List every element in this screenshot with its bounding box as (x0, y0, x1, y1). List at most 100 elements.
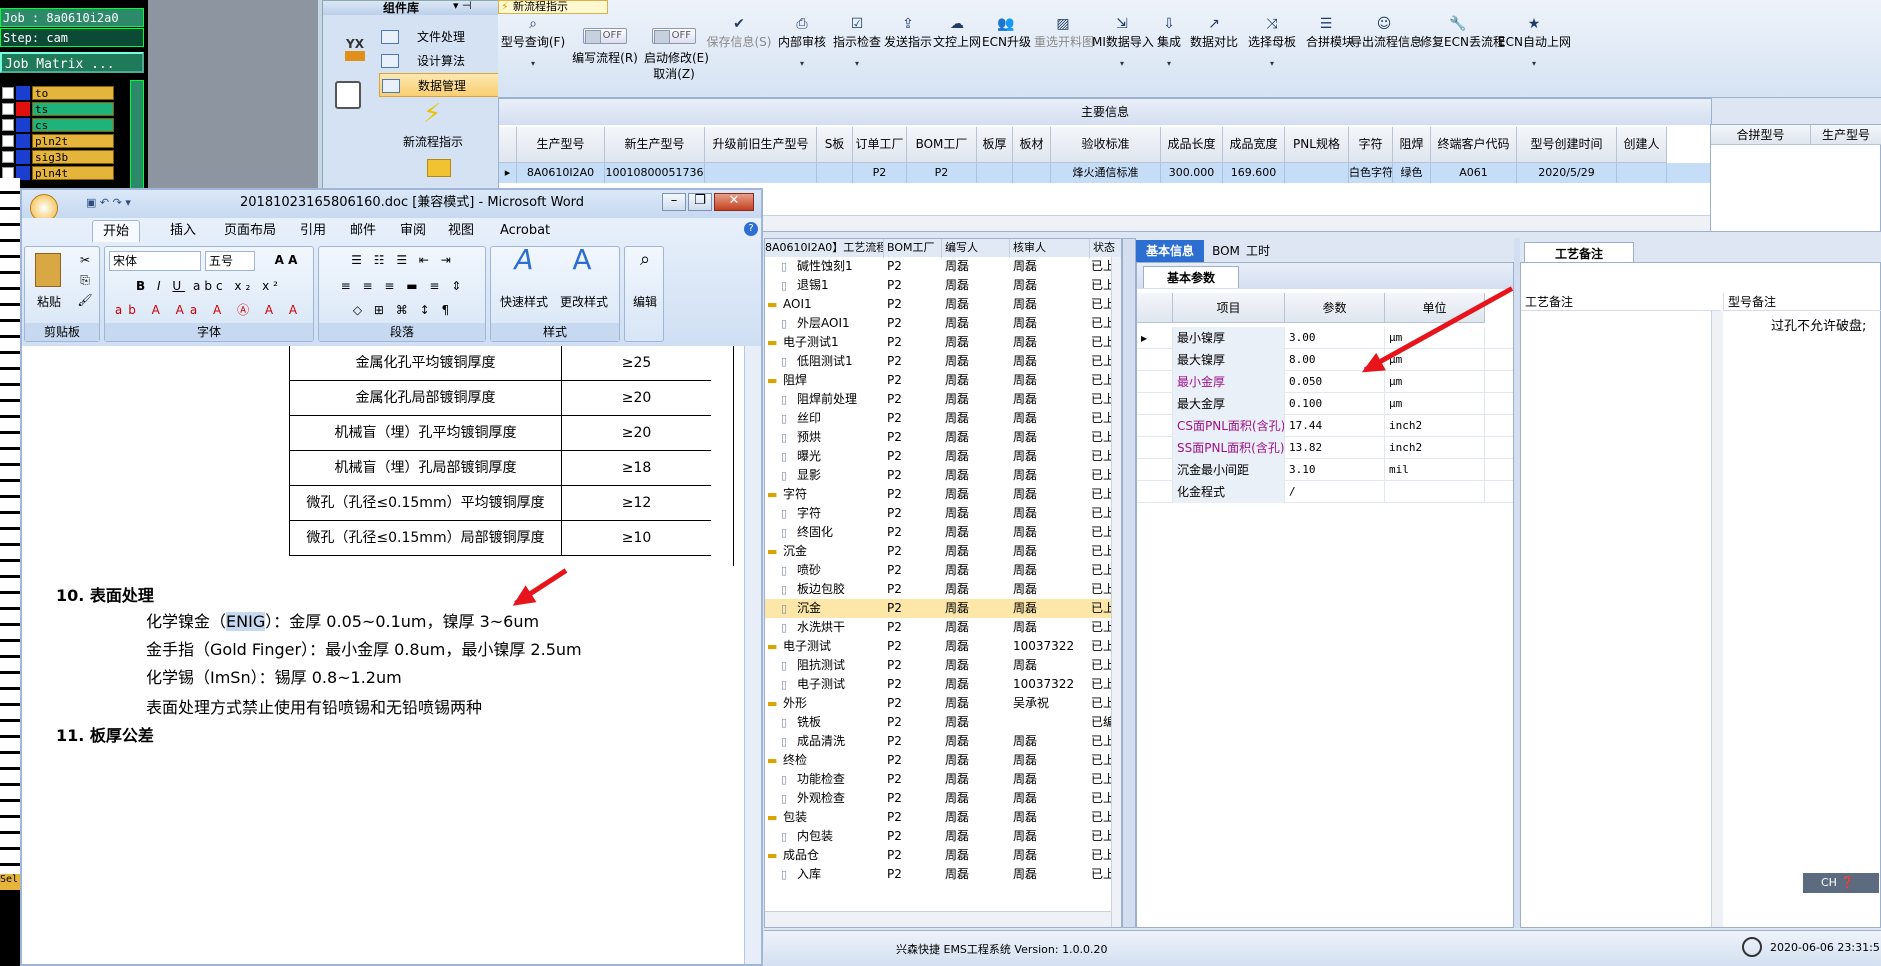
pin-icon[interactable]: ▾ ⊣ (453, 0, 472, 12)
toolbar-button-14[interactable]: ☰ 合拼模块 (1306, 16, 1354, 86)
font-name-select[interactable]: 宋体 (109, 251, 201, 271)
layer-row[interactable]: pln4t (0, 166, 148, 180)
cell[interactable] (1013, 163, 1051, 183)
tree-row[interactable]: ▬ 电子测试1 P2 周磊 周磊 已上 (765, 333, 1121, 352)
tree-row[interactable]: ▯ 内包装 P2 周磊 周磊 已上 (765, 827, 1121, 846)
layer-checkbox[interactable] (2, 103, 14, 115)
toolbar-button-5[interactable]: ☑ 指示检查 ▾ (832, 16, 882, 86)
tree-row[interactable]: ▬ 外形 P2 周磊 吴承祝 已上 (765, 694, 1121, 713)
toolbar-button-16[interactable]: 🔧 修复ECN丢流程 (1420, 16, 1505, 86)
quick-style-label[interactable]: 快速样式 (493, 293, 555, 311)
restore-button[interactable]: ❐ (688, 193, 712, 211)
col-header[interactable]: 板材 (1013, 127, 1051, 163)
cell[interactable] (977, 163, 1013, 183)
ribbon-tab[interactable]: 审阅 (390, 220, 436, 242)
document-page[interactable]: 金属化孔平均镀铜厚度 ≥25 金属化孔局部镀铜厚度 ≥20 机械盲（埋）孔平均镀铜厚度 ≥… (22, 346, 744, 964)
ribbon-tab[interactable]: 页面布局 (214, 220, 286, 242)
tree-h-scrollbar[interactable] (765, 911, 1111, 927)
lightning-icon[interactable]: ⚡ (423, 99, 441, 129)
tree-splitter[interactable] (1122, 238, 1136, 928)
copy-icon[interactable]: ⎘ (75, 271, 95, 289)
layer-color-swatch[interactable] (16, 102, 30, 116)
cell[interactable]: 169.600 (1223, 163, 1285, 183)
toolbar-button-6[interactable]: ⇪ 发送指示 (884, 16, 932, 86)
lib-item-file[interactable]: 文件处理 (379, 25, 499, 49)
toolbar-button-4[interactable]: ⎙ 内部审核 ▾ (775, 16, 829, 86)
col-header[interactable]: BOM工厂 (907, 127, 977, 163)
tree-row[interactable]: ▯ 喷砂 P2 周磊 周磊 已上 (765, 561, 1121, 580)
layer-row[interactable]: pln2t (0, 134, 148, 148)
layer-name[interactable]: pln4t (32, 166, 114, 180)
cell[interactable]: 绿色 (1393, 163, 1431, 183)
layer-checkbox[interactable] (2, 151, 14, 163)
machine-icon[interactable] (335, 81, 361, 109)
lib-item-data[interactable]: 数据管理 (379, 73, 499, 97)
quick-access-icons[interactable]: ▣ ↶ ↷ ▾ (86, 190, 131, 216)
layer-color-swatch[interactable] (16, 118, 30, 132)
tree-row[interactable]: ▯ 阻焊前处理 P2 周磊 周磊 已上 (765, 390, 1121, 409)
tree-row[interactable]: ▯ 外观检查 P2 周磊 周磊 已上 (765, 789, 1121, 808)
model-note-text[interactable]: 过孔不允许破盘; (1771, 315, 1866, 334)
param-row[interactable]: 化金程式 / (1137, 481, 1513, 503)
cell[interactable] (1617, 163, 1667, 183)
layer-name[interactable]: to (32, 86, 114, 100)
col-header[interactable]: PNL规格 (1285, 127, 1349, 163)
tree-row[interactable]: ▯ 成品清洗 P2 周磊 周磊 已上 (765, 732, 1121, 751)
param-value[interactable]: 13.82 (1285, 437, 1385, 459)
tree-col-header[interactable]: 编写人 (941, 239, 1009, 258)
col-header[interactable]: 板厚 (977, 127, 1013, 163)
word-titlebar[interactable]: ▣ ↶ ↷ ▾ 20181023165806160.doc [兼容模式] - M… (22, 190, 761, 222)
minimize-button[interactable]: – (662, 193, 686, 211)
param-value[interactable]: / (1285, 481, 1385, 503)
toolbar-button-13[interactable]: ⤨ 选择母板 ▾ (1244, 16, 1300, 86)
tree-row[interactable]: ▯ 退锡1 P2 周磊 周磊 已上 (765, 276, 1121, 295)
param-value[interactable]: 3.00 (1285, 327, 1385, 349)
layer-checkbox[interactable] (2, 135, 14, 147)
border-icons[interactable]: ◇ ⊞ ⌘ ↕ ¶ (323, 301, 483, 319)
dropdown-arrow-icon[interactable]: ▾ (1092, 56, 1152, 72)
col-header[interactable]: 终端客户代码 (1431, 127, 1517, 163)
layer-color-swatch[interactable] (16, 150, 30, 164)
ribbon-tab[interactable]: 邮件 (340, 220, 386, 242)
edit-label[interactable]: 编辑 (627, 293, 663, 311)
cell[interactable]: P2 (853, 163, 907, 183)
layer-name[interactable]: cs (32, 118, 114, 132)
tree-col-header[interactable]: 状态 (1089, 239, 1119, 258)
new-flow-label[interactable]: 新流程指示 (403, 133, 463, 150)
toolbar-button-11[interactable]: ⇩ 集成 ▾ (1154, 16, 1184, 86)
tab-1[interactable]: BOM (1212, 240, 1240, 262)
tree-row[interactable]: ▯ 低阻测试1 P2 周磊 周磊 已上 (765, 352, 1121, 371)
close-button[interactable]: ✕ (714, 193, 754, 211)
toolbar-button-7[interactable]: ☁ 文控上网 (933, 16, 981, 86)
main-info-row[interactable]: ▸ 8A0610I2A0 10010800051736 P2 P2 烽火通信标准 300.0… (499, 163, 1711, 183)
toolbar-button-0[interactable]: ⌕ 型号查询(F) ▾ (500, 16, 566, 86)
layer-checkbox[interactable] (2, 87, 14, 99)
tree-col-header[interactable]: BOM工厂 (883, 239, 941, 258)
font-format-icons[interactable]: B I U abc x₂ x² (109, 277, 309, 295)
toolbar-button-9[interactable]: ▨ 重选开料图 (1034, 16, 1094, 86)
ribbon-tab[interactable]: 引用 (290, 220, 336, 242)
tab-process-notes[interactable]: 工艺备注 (1524, 242, 1634, 264)
paste-icon[interactable] (35, 253, 61, 287)
dropdown-arrow-icon[interactable]: ▾ (500, 56, 566, 72)
col-header[interactable]: 验收标准 (1051, 127, 1161, 163)
step-field[interactable]: Step: cam (0, 28, 144, 47)
tree-row[interactable]: ▯ 沉金 P2 周磊 周磊 已上 (765, 599, 1121, 618)
tree-col-header[interactable]: 核审人 (1009, 239, 1089, 258)
col-header[interactable]: 升级前旧生产型号 (705, 127, 817, 163)
font-color-icons[interactable]: ab A Aa A Ⓐ A A (109, 301, 309, 319)
col-header[interactable]: S板 (817, 127, 853, 163)
cell[interactable]: 2020/5/29 (1517, 163, 1617, 183)
tab-2[interactable]: 工时 (1240, 240, 1276, 262)
param-value[interactable]: 17.44 (1285, 415, 1385, 437)
layer-row[interactable]: to (0, 86, 148, 100)
dropdown-arrow-icon[interactable]: ▾ (832, 56, 882, 72)
tab-basic-params[interactable]: 基本参数 (1143, 266, 1239, 288)
cell[interactable]: 烽火通信标准 (1051, 163, 1161, 183)
param-row[interactable]: ▸ 最小镍厚 3.00 μm (1137, 327, 1513, 349)
tree-row[interactable]: ▯ 板边包胶 P2 周磊 周磊 已上 (765, 580, 1121, 599)
tree-row[interactable]: ▬ AOI1 P2 周磊 周磊 已上 (765, 295, 1121, 314)
list-icons[interactable]: ☰ ☷ ☰ ⇤ ⇥ (323, 251, 483, 269)
dropdown-arrow-icon[interactable]: ▾ (1244, 56, 1300, 72)
tree-row[interactable]: ▯ 显影 P2 周磊 周磊 已上 (765, 466, 1121, 485)
